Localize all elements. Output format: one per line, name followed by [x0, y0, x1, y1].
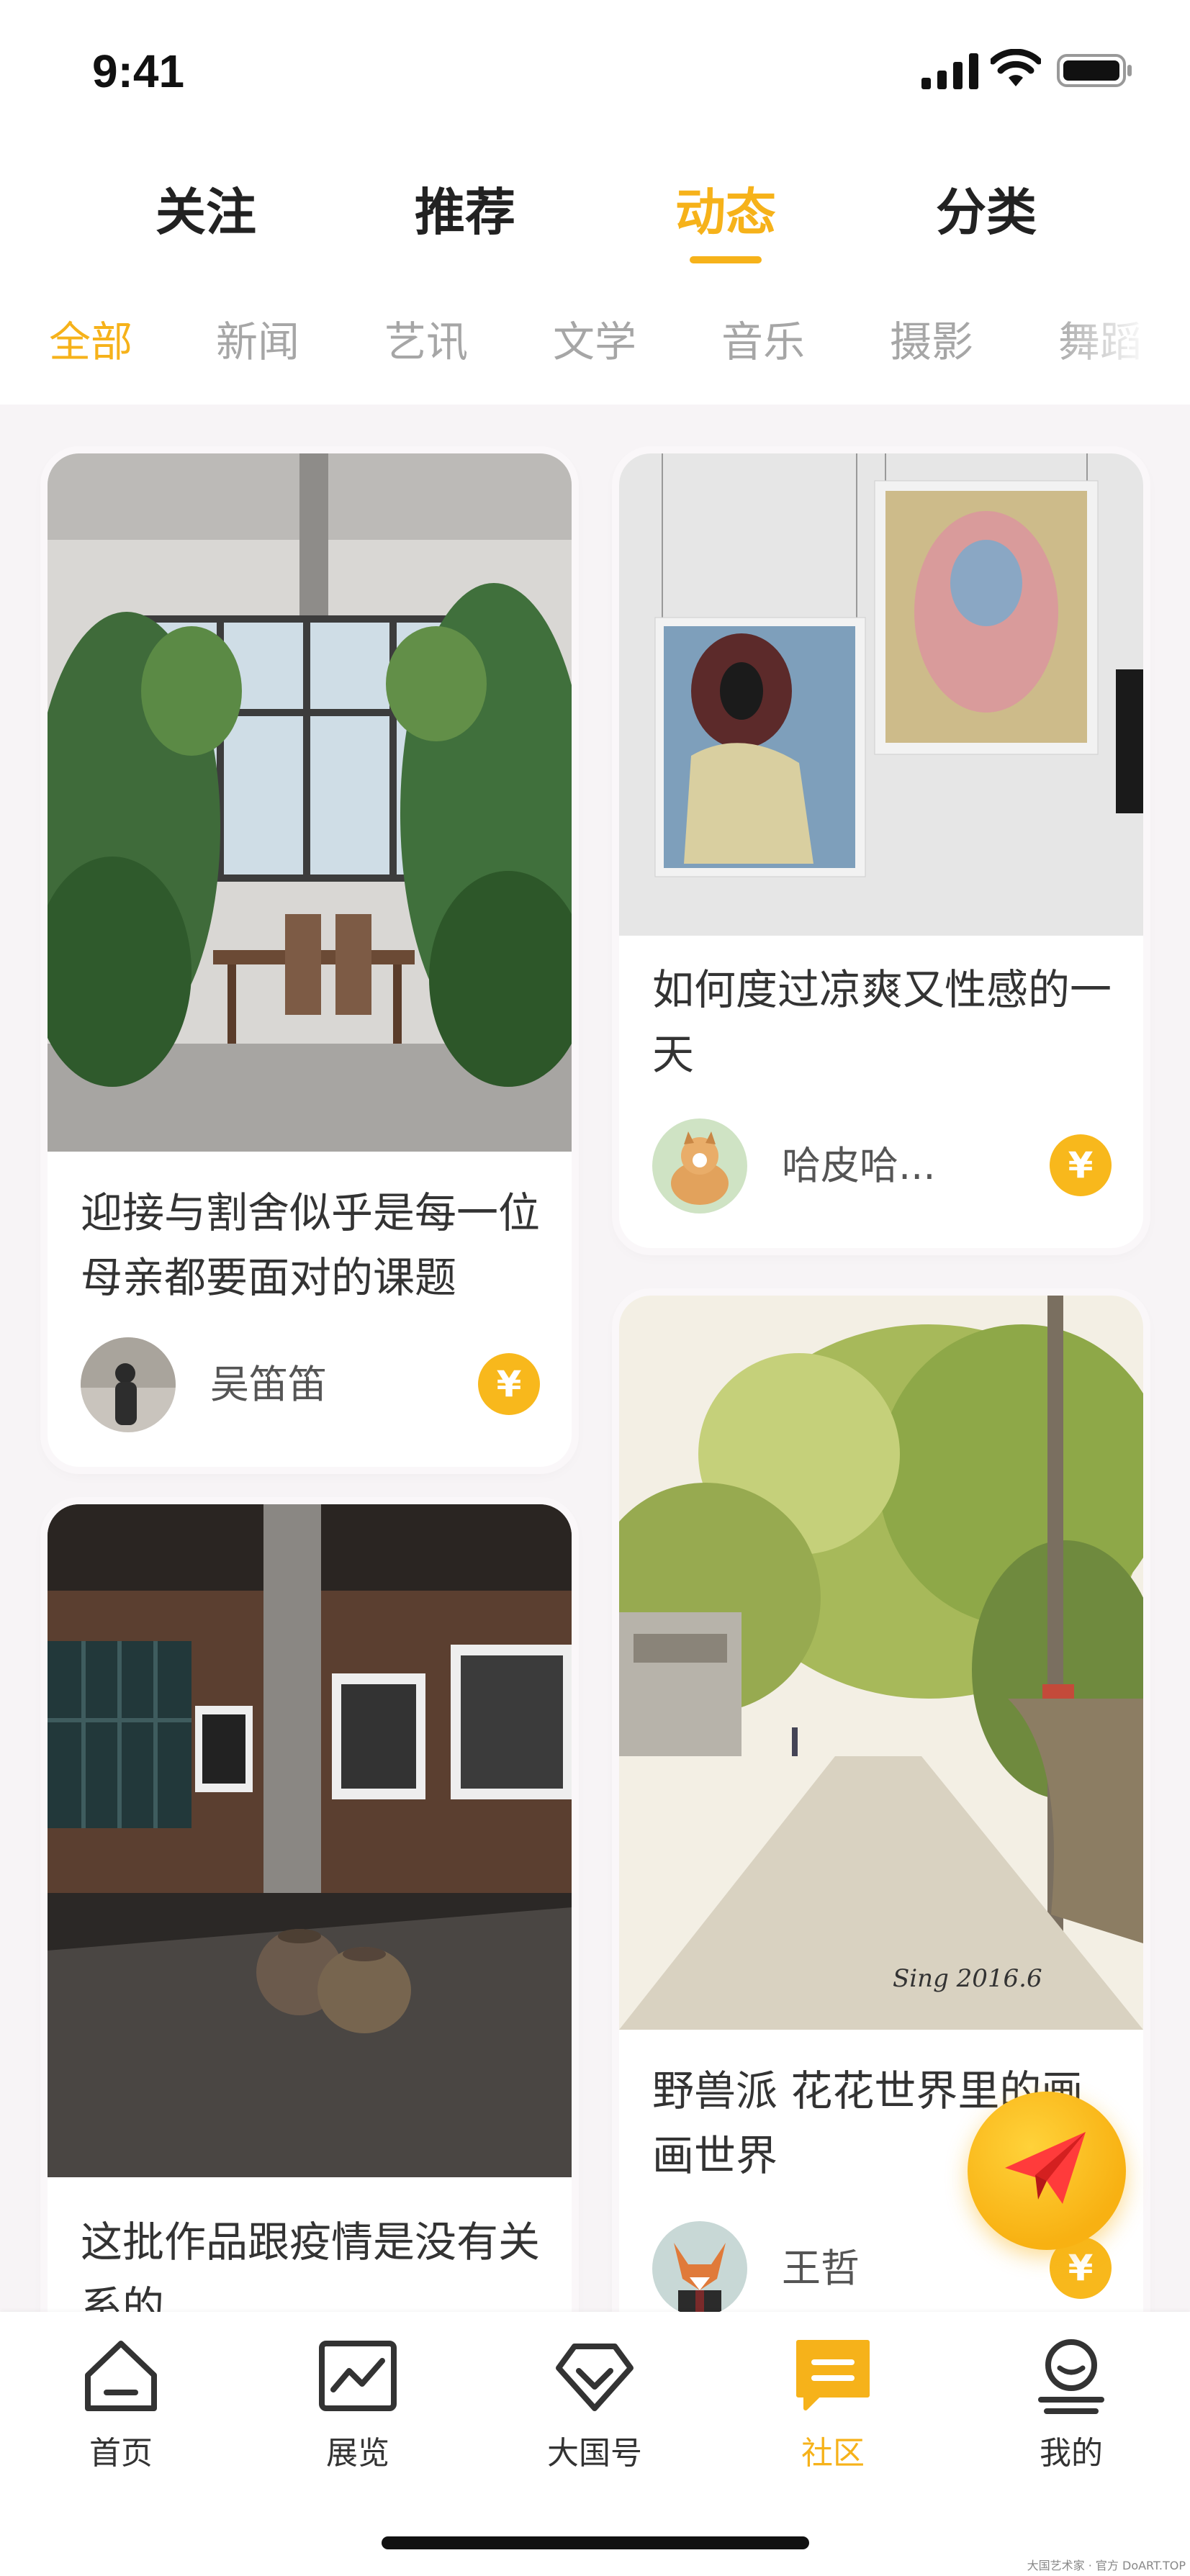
card-image-greenhouse — [48, 453, 572, 1152]
feed-card[interactable]: 迎接与割舍似乎是每一位母亲都要面对的课题 吴笛笛 ¥ — [48, 453, 572, 1467]
main-tab-bar: 关注 推荐 动态 分类 — [0, 173, 1190, 274]
tab-category-label: 分类 — [936, 183, 1037, 242]
nav-daguohao-label: 大国号 — [547, 2435, 642, 2472]
tab-category[interactable]: 分类 — [907, 173, 1065, 274]
author-name[interactable]: 王哲 — [782, 2240, 860, 2297]
status-bar: 9:41 — [0, 0, 1190, 144]
paper-plane-icon — [1005, 2132, 1086, 2204]
nav-profile-label: 我的 — [1040, 2435, 1103, 2472]
reward-coin-icon[interactable]: ¥ — [478, 1353, 540, 1415]
card-title: 如何度过凉爽又性感的一天 — [652, 965, 1112, 1079]
feed-card[interactable]: 如何度过凉爽又性感的一天 哈皮哈... ¥ — [619, 453, 1143, 1248]
tab-dynamic[interactable]: 动态 — [646, 173, 805, 274]
nav-profile[interactable]: 我的 — [985, 2333, 1158, 2492]
header: 9:41 关注 推荐 动态 分类 全部 新闻 艺讯 文学 音乐 摄影 — [0, 0, 1190, 405]
category-tab-literature[interactable]: 文学 — [553, 309, 636, 374]
exhibition-icon — [319, 2341, 397, 2411]
category-tab-art-news[interactable]: 艺讯 — [384, 309, 468, 374]
tab-dynamic-label: 动态 — [675, 183, 776, 242]
status-time: 9:41 — [92, 45, 185, 97]
category-scroll-fade — [1053, 309, 1190, 381]
daguohao-icon — [556, 2344, 634, 2411]
avatar[interactable] — [652, 1118, 747, 1214]
tab-recommend-label: 推荐 — [415, 183, 515, 242]
nav-home[interactable]: 首页 — [35, 2333, 207, 2492]
feed-card[interactable]: 这批作品跟疫情是没有关系的 — [48, 1504, 572, 2368]
avatar[interactable] — [652, 2221, 747, 2316]
svg-text:Sing 2016.6: Sing 2016.6 — [893, 1964, 1042, 1993]
category-tab-music[interactable]: 音乐 — [721, 309, 805, 374]
wifi-icon — [991, 49, 1041, 86]
active-tab-indicator — [690, 256, 762, 263]
category-tab-bar[interactable]: 全部 新闻 艺讯 文学 音乐 摄影 舞蹈 — [0, 309, 1190, 381]
nav-home-label: 首页 — [89, 2435, 153, 2472]
author-name[interactable]: 哈皮哈... — [782, 1137, 936, 1195]
post-button[interactable] — [968, 2092, 1126, 2250]
reward-coin-icon[interactable]: ¥ — [1050, 1134, 1112, 1196]
watermark: 大国艺术家 · 官方 DoART.TOP — [1027, 2559, 1186, 2572]
author-name[interactable]: 吴笛笛 — [210, 1356, 327, 1414]
nav-community-label: 社区 — [801, 2435, 865, 2472]
nav-exhibition-label: 展览 — [326, 2435, 389, 2472]
card-image-exhibition-hall — [48, 1504, 572, 2177]
card-image-watercolor-street: Sing 2016.6 — [619, 1296, 1143, 2030]
avatar[interactable] — [81, 1337, 176, 1432]
nav-community[interactable]: 社区 — [747, 2333, 919, 2492]
home-icon — [85, 2341, 157, 2411]
tab-follow[interactable]: 关注 — [127, 173, 285, 274]
nav-exhibition[interactable]: 展览 — [271, 2333, 444, 2492]
card-title: 迎接与割舍似乎是每一位母亲都要面对的课题 — [81, 1188, 541, 1302]
home-indicator[interactable] — [382, 2536, 809, 2549]
tab-recommend[interactable]: 推荐 — [386, 173, 544, 274]
category-tab-news[interactable]: 新闻 — [216, 309, 299, 374]
nav-daguohao[interactable]: 大国号 — [508, 2333, 681, 2492]
community-icon — [796, 2340, 870, 2410]
cellular-signal-icon — [921, 53, 978, 89]
card-image-gallery-paintings — [619, 453, 1143, 936]
battery-icon — [1057, 54, 1132, 87]
category-tab-photography[interactable]: 摄影 — [890, 309, 973, 374]
tab-follow-label: 关注 — [155, 183, 256, 242]
profile-icon — [1038, 2339, 1104, 2414]
category-tab-all[interactable]: 全部 — [49, 309, 132, 374]
